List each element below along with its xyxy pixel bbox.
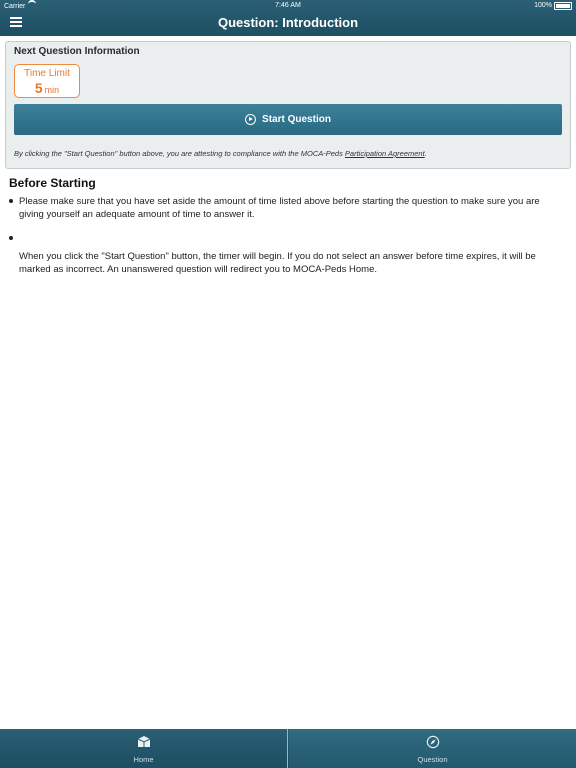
time-limit-value: 5 min <box>15 80 79 96</box>
start-question-label: Start Question <box>262 114 331 125</box>
tab-home[interactable]: Home <box>0 729 287 768</box>
status-bar: Carrier 7:46 AM 100% <box>0 0 576 12</box>
play-circle-icon <box>245 114 257 125</box>
tab-bar: Home Question <box>0 729 576 768</box>
time-limit-number: 5 <box>34 80 43 96</box>
time-limit-label: Time Limit <box>24 68 70 79</box>
instructions-list: Please make sure that you have set aside… <box>9 195 559 276</box>
page-title: Question: Introduction <box>217 15 359 30</box>
tab-home-label: Home <box>133 755 154 764</box>
top-bar: Carrier 7:46 AM 100% Question: Introduct… <box>0 0 576 36</box>
tab-question-label: Question <box>417 755 448 764</box>
participation-agreement-link[interactable]: Participation Agreement <box>345 149 425 158</box>
tab-question[interactable]: Question <box>289 729 576 768</box>
clock: 7:46 AM <box>275 2 301 9</box>
battery-percent: 100% <box>534 2 552 9</box>
battery-icon <box>554 2 572 10</box>
box-icon <box>137 736 150 747</box>
time-limit-badge: Time Limit 5 min <box>14 64 80 98</box>
before-starting-heading: Before Starting <box>9 176 96 190</box>
start-question-button[interactable]: Start Question <box>14 104 562 135</box>
next-question-card: Next Question Information Time Limit 5 mi… <box>5 41 571 169</box>
timer-paragraph: When you click the "Start Question" butt… <box>19 251 536 275</box>
compass-icon <box>426 735 439 749</box>
attestation-text: By clicking the "Start Question" button … <box>14 149 427 158</box>
list-item: Please make sure that you have set aside… <box>9 195 559 221</box>
tab-divider <box>287 729 288 768</box>
next-question-title: Next Question Information <box>14 46 140 57</box>
battery-status: 100% <box>534 0 572 12</box>
list-item <box>9 232 559 246</box>
time-limit-unit: min <box>44 85 60 95</box>
